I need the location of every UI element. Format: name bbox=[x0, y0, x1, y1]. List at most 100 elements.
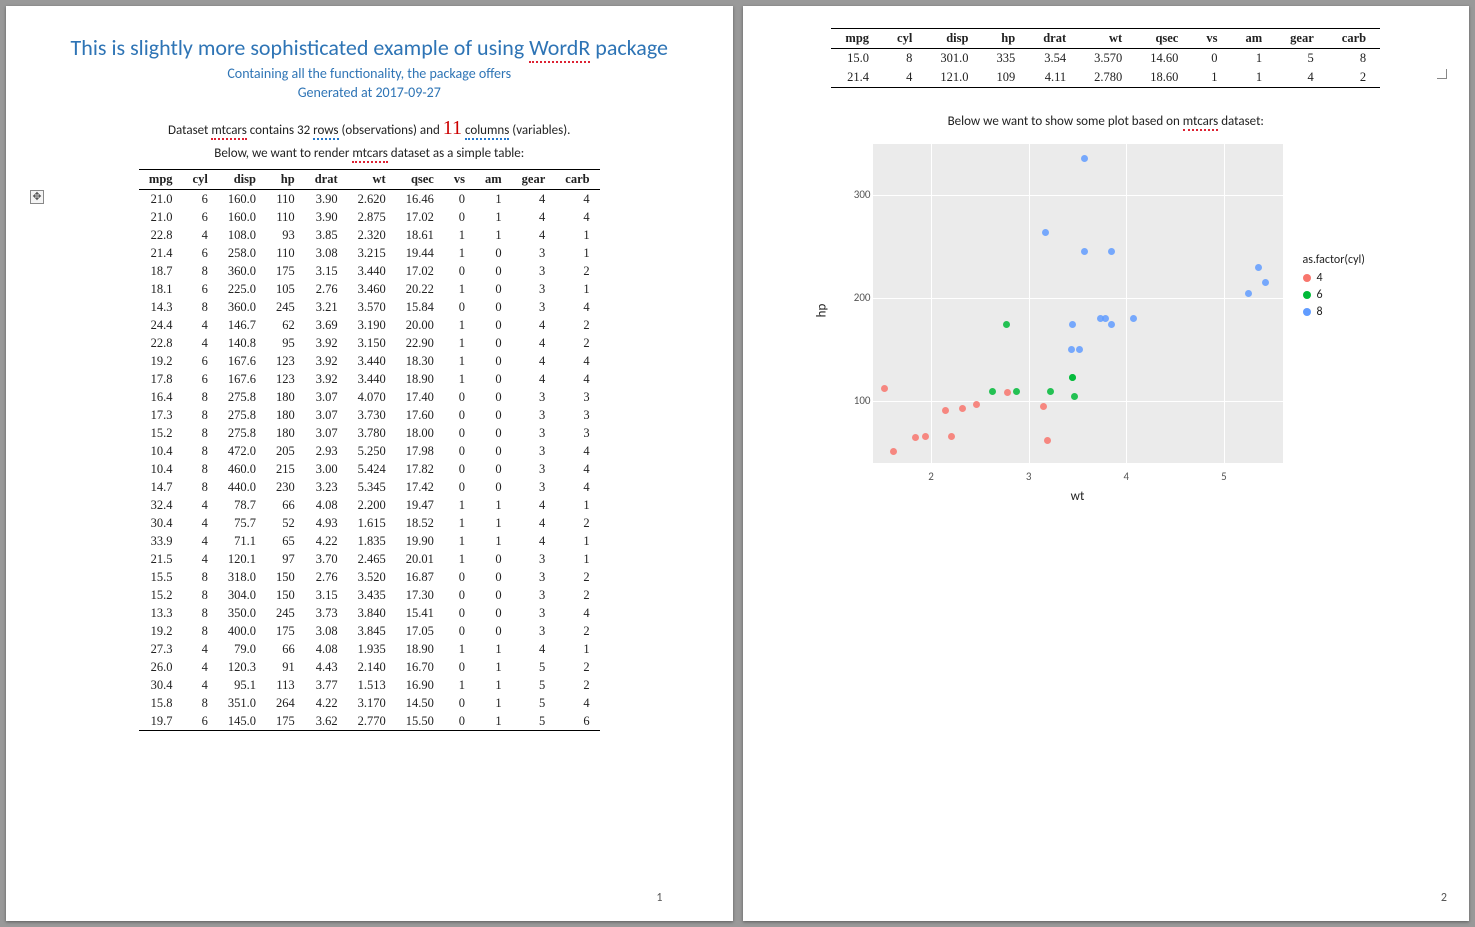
x-tick: 5 bbox=[1221, 470, 1227, 483]
legend-item: 4 bbox=[1303, 271, 1365, 285]
col-am: am bbox=[1231, 29, 1276, 49]
data-point bbox=[1004, 389, 1011, 396]
table-row: 10.48472.02052.935.25017.980034 bbox=[139, 442, 600, 460]
below-table-text: Below, we want to render mtcars dataset … bbox=[46, 146, 693, 161]
data-point bbox=[1040, 403, 1047, 410]
data-point bbox=[1076, 346, 1083, 353]
col-carb: carb bbox=[1328, 29, 1380, 49]
page-2: mpgcyldisphpdratwtqsecvsamgearcarb 15.08… bbox=[743, 6, 1470, 921]
legend: as.factor(cyl) 4 6 8 bbox=[1303, 253, 1365, 322]
table-row: 30.4495.11133.771.51316.901152 bbox=[139, 676, 600, 694]
table-row: 19.76145.01753.622.77015.500156 bbox=[139, 712, 600, 731]
table-row: 16.48275.81803.074.07017.400033 bbox=[139, 388, 600, 406]
table-row: 15.58318.01502.763.52016.870032 bbox=[139, 568, 600, 586]
data-point bbox=[890, 448, 897, 455]
table-row: 17.86167.61233.923.44018.901044 bbox=[139, 370, 600, 388]
data-point bbox=[1044, 437, 1051, 444]
data-point bbox=[1255, 264, 1262, 271]
table-row: 17.38275.81803.073.73017.600033 bbox=[139, 406, 600, 424]
col-disp: disp bbox=[926, 29, 982, 49]
table-row: 27.3479.0664.081.93518.901141 bbox=[139, 640, 600, 658]
table-row: 22.84140.8953.923.15022.901042 bbox=[139, 334, 600, 352]
table-row: 10.48460.02153.005.42417.820034 bbox=[139, 460, 600, 478]
data-point bbox=[1262, 279, 1269, 286]
col-mpg: mpg bbox=[831, 29, 883, 49]
data-point bbox=[1069, 321, 1076, 328]
table-row: 21.54120.1973.702.46520.011031 bbox=[139, 550, 600, 568]
data-point bbox=[1108, 248, 1115, 255]
x-tick: 4 bbox=[1124, 470, 1130, 483]
data-point bbox=[948, 433, 955, 440]
data-point bbox=[1069, 374, 1076, 381]
y-tick: 100 bbox=[837, 394, 871, 407]
data-point bbox=[973, 401, 980, 408]
data-point bbox=[959, 405, 966, 412]
data-point bbox=[942, 407, 949, 414]
data-point bbox=[1047, 388, 1054, 395]
legend-item: 8 bbox=[1303, 305, 1365, 319]
page-number: 2 bbox=[1441, 891, 1447, 905]
col-am: am bbox=[475, 170, 512, 190]
page-number: 1 bbox=[656, 891, 662, 905]
mtcars-table: mpgcyldisphpdratwtqsecvsamgearcarb 21.06… bbox=[139, 169, 600, 731]
table-row: 18.78360.01753.153.44017.020032 bbox=[139, 262, 600, 280]
table-row: 19.28400.01753.083.84517.050032 bbox=[139, 622, 600, 640]
data-point bbox=[989, 388, 996, 395]
x-tick: 3 bbox=[1026, 470, 1032, 483]
data-point bbox=[1042, 229, 1049, 236]
table-row: 19.26167.61233.923.44018.301044 bbox=[139, 352, 600, 370]
pkg-name: WordR bbox=[529, 34, 590, 63]
page-1: This is slightly more sophisticated exam… bbox=[6, 6, 733, 921]
data-point bbox=[912, 434, 919, 441]
table-row: 15.28275.81803.073.78018.000033 bbox=[139, 424, 600, 442]
doc-subtitle: Containing all the functionality, the pa… bbox=[46, 65, 693, 82]
data-point bbox=[1003, 321, 1010, 328]
doc-title: This is slightly more sophisticated exam… bbox=[46, 34, 693, 61]
table-row: 15.08301.03353.543.57014.600158 bbox=[831, 49, 1380, 69]
col-vs: vs bbox=[1192, 29, 1231, 49]
scatter-plot: hp 2345100200300 wt as.factor(cyl) 4 6 8 bbox=[873, 143, 1423, 504]
col-wt: wt bbox=[1080, 29, 1136, 49]
intro-line: Dataset mtcars contains 32 rows (observa… bbox=[46, 117, 693, 140]
data-point bbox=[881, 385, 888, 392]
col-gear: gear bbox=[1276, 29, 1328, 49]
table-move-handle-icon[interactable]: ✥ bbox=[30, 190, 44, 204]
col-hp: hp bbox=[266, 170, 305, 190]
table-row: 21.44121.01094.112.78018.601142 bbox=[831, 68, 1380, 88]
legend-title: as.factor(cyl) bbox=[1303, 253, 1365, 267]
table-row: 15.28304.01503.153.43517.300032 bbox=[139, 586, 600, 604]
table-row: 30.4475.7524.931.61518.521142 bbox=[139, 514, 600, 532]
data-point bbox=[922, 433, 929, 440]
data-point bbox=[1245, 290, 1252, 297]
table-row: 14.38360.02453.213.57015.840034 bbox=[139, 298, 600, 316]
y-tick: 300 bbox=[837, 188, 871, 201]
data-point bbox=[1068, 346, 1075, 353]
y-tick: 200 bbox=[837, 291, 871, 304]
doc-generated: Generated at 2017-09-27 bbox=[46, 84, 693, 101]
y-axis-label: hp bbox=[814, 304, 829, 318]
table-row: 18.16225.01052.763.46020.221031 bbox=[139, 280, 600, 298]
table-row: 13.38350.02453.733.84015.410034 bbox=[139, 604, 600, 622]
col-cyl: cyl bbox=[883, 29, 926, 49]
table-row: 21.06160.01103.902.87517.020144 bbox=[139, 208, 600, 226]
col-disp: disp bbox=[218, 170, 266, 190]
table-row: 33.9471.1654.221.83519.901141 bbox=[139, 532, 600, 550]
table-row: 22.84108.0933.852.32018.611141 bbox=[139, 226, 600, 244]
col-qsec: qsec bbox=[396, 170, 444, 190]
col-qsec: qsec bbox=[1136, 29, 1192, 49]
data-point bbox=[1130, 315, 1137, 322]
table-row: 26.04120.3914.432.14016.700152 bbox=[139, 658, 600, 676]
data-point bbox=[1071, 393, 1078, 400]
data-point bbox=[1108, 321, 1115, 328]
data-point bbox=[1081, 248, 1088, 255]
x-tick: 2 bbox=[928, 470, 934, 483]
col-carb: carb bbox=[555, 170, 599, 190]
col-drat: drat bbox=[305, 170, 348, 190]
table-row: 15.88351.02644.223.17014.500154 bbox=[139, 694, 600, 712]
col-cyl: cyl bbox=[183, 170, 218, 190]
col-wt: wt bbox=[348, 170, 396, 190]
col-drat: drat bbox=[1029, 29, 1080, 49]
data-point bbox=[1013, 388, 1020, 395]
data-point bbox=[1081, 155, 1088, 162]
table-header-row: mpgcyldisphpdratwtqsecvsamgearcarb bbox=[831, 29, 1380, 49]
